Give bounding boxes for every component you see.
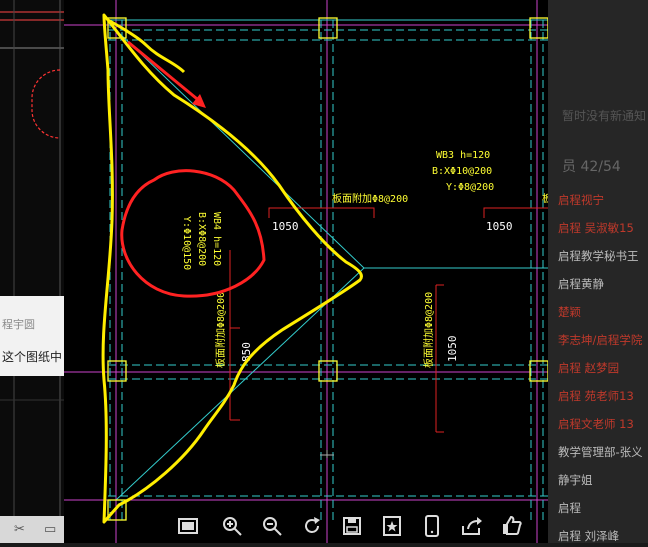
rotate-icon (305, 517, 320, 533)
zoom-out-button[interactable] (258, 512, 286, 540)
member-item[interactable]: 启程 吴淑敏15 (558, 220, 634, 236)
like-icon (503, 515, 522, 535)
slab-wb4-line3: Y:Φ10@150 (181, 216, 192, 270)
rebar-vert-mid: 板面附加Φ8@200 (422, 292, 435, 368)
like-button[interactable] (498, 512, 526, 540)
member-item[interactable]: 启程 苑老师13 (558, 388, 634, 404)
slab-wb4-line1: WB4 h=120 (211, 212, 222, 266)
folder-icon[interactable]: ▭ (44, 522, 56, 537)
fullscreen-button[interactable] (174, 512, 202, 540)
slab-wb3-line1: WB3 h=120 (436, 150, 490, 161)
chat-message-fragment[interactable]: 这个图纸中 (2, 348, 62, 365)
drawing-labels: WB3 h=120 B:XΦ10@200 Y:Φ8@200 WB4 h=120 … (181, 150, 548, 368)
red-arrow-annotation (127, 40, 206, 108)
rebar-vert-left: 板面附加Φ8@200 (214, 292, 227, 368)
slab-wb4-line2: B:XΦ8@200 (196, 212, 207, 266)
misc-marks (320, 450, 334, 458)
save-button[interactable] (338, 512, 366, 540)
share-button[interactable] (458, 512, 486, 540)
save-icon (343, 517, 361, 535)
slab-wb3-line2: B:XΦ10@200 (432, 166, 492, 177)
member-item[interactable]: 启程黄静 (558, 276, 604, 292)
cad-drawing: WB3 h=120 B:XΦ10@200 Y:Φ8@200 WB4 h=120 … (64, 0, 548, 543)
member-item[interactable]: 启程 赵梦园 (558, 360, 619, 376)
bookmark-icon (383, 516, 401, 536)
dim-1050-vert: 1050 (446, 336, 459, 363)
rotate-button[interactable] (298, 512, 326, 540)
chat-left-panel: 程宇圆 这个图纸中 (0, 296, 64, 376)
member-item[interactable]: 静宇姐 (558, 472, 593, 488)
bookmark-button[interactable] (378, 512, 406, 540)
member-item[interactable]: 教学管理部-张义 (558, 444, 643, 460)
notice-text: 暂时没有新通知 (562, 109, 647, 123)
dim-1050-right: 1050 (486, 220, 513, 233)
dimension-labels: 1050 1050 850 1050 (240, 220, 513, 362)
dim-1050-left: 1050 (272, 220, 299, 233)
member-item[interactable]: 楚颖 (558, 304, 581, 320)
zoom-in-button[interactable] (218, 512, 246, 540)
left-cad-fragment (0, 0, 64, 543)
fullscreen-icon (178, 518, 198, 534)
chat-title-fragment: 程宇圆 (2, 318, 35, 331)
member-item[interactable]: 启程文老师 13 (558, 416, 634, 432)
zoom-in-icon (223, 517, 242, 536)
member-item[interactable]: 启程视宁 (558, 192, 604, 208)
member-count: 员 42/54 (562, 159, 621, 175)
tablet-icon (425, 515, 439, 537)
rebar-top-label: 板面附加Φ8@200 (332, 192, 408, 205)
yellow-scribble-top (107, 18, 186, 74)
rebar-lines (229, 207, 548, 433)
zoom-out-icon (263, 517, 282, 536)
scissors-icon[interactable]: ✂ (14, 522, 25, 537)
slab-wb3-line3: Y:Φ8@200 (446, 182, 494, 193)
viewer-toolbar (174, 510, 594, 543)
tablet-button[interactable] (418, 512, 446, 540)
drawing-viewer[interactable]: WB3 h=120 B:XΦ10@200 Y:Φ8@200 WB4 h=120 … (64, 0, 548, 543)
chat-input-toolbar: ✂ ▭ (0, 516, 64, 543)
share-icon (462, 517, 482, 535)
member-item[interactable]: 李志坤/启程学院 (558, 332, 642, 348)
yellow-freehand-outline (101, 13, 363, 524)
left-background (0, 0, 64, 543)
rebar-top-label-right: 板面 (542, 192, 548, 205)
member-item[interactable]: 启程教学秘书王 (558, 248, 639, 264)
chat-member-panel: 暂时没有新通知 员 42/54 启程视宁启程 吴淑敏15 启程教学秘书王 启程黄静楚… (548, 0, 648, 543)
